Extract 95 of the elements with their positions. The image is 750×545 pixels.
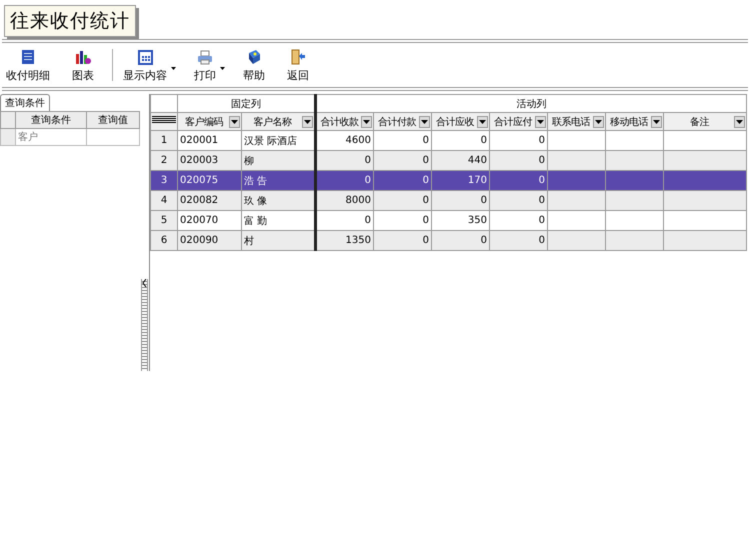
table-cell: 350 — [432, 210, 490, 230]
column-group-header: 固定列 — [178, 94, 316, 112]
table-cell: 020090 — [178, 230, 242, 250]
column-header: 查询值 — [86, 112, 140, 128]
table-cell: 0 — [432, 230, 490, 250]
table-cell: 浩 告 — [242, 170, 316, 190]
table-cell — [606, 150, 664, 170]
query-tab[interactable]: 查询条件 — [0, 94, 50, 111]
calendar-icon — [138, 50, 152, 65]
table-cell: 0 — [432, 130, 490, 150]
column-header[interactable]: 移动电话 — [606, 112, 664, 130]
toolbar-button[interactable]: 显示内容 — [119, 50, 171, 87]
dropdown-arrow-icon[interactable] — [231, 120, 238, 124]
table-cell — [548, 150, 606, 170]
table-cell — [548, 130, 606, 150]
dropdown-arrow-icon[interactable] — [479, 120, 486, 124]
bar-chart-icon — [75, 49, 91, 65]
dropdown-arrow-icon[interactable] — [595, 120, 602, 124]
list-icon — [21, 49, 35, 65]
column-header[interactable]: 客户编码 — [178, 112, 242, 130]
toolbar-button[interactable]: 收付明细 — [2, 49, 54, 87]
table-cell — [606, 130, 664, 150]
row-selector-icon — [152, 116, 176, 124]
table-cell: 020075 — [178, 170, 242, 190]
table-cell — [606, 230, 664, 250]
caret-icon[interactable] — [220, 67, 225, 70]
dropdown-arrow-icon[interactable] — [304, 120, 311, 124]
table-cell — [548, 210, 606, 230]
table-cell: 0 — [490, 150, 548, 170]
table-cell — [548, 190, 606, 210]
column-header[interactable]: 合计应收 — [432, 112, 490, 130]
table-cell: 0 — [374, 190, 432, 210]
table-cell: 富 勤 — [242, 210, 316, 230]
table-cell: 1350 — [316, 230, 374, 250]
column-header[interactable]: 合计应付 — [490, 112, 548, 130]
exit-door-icon — [290, 49, 306, 65]
dropdown-arrow-icon[interactable] — [736, 120, 743, 124]
column-header: 查询条件 — [16, 112, 86, 128]
table-cell: 0 — [490, 170, 548, 190]
table-cell: 玖 像 — [242, 190, 316, 210]
table-cell: 0 — [432, 190, 490, 210]
row-number: 1 — [150, 130, 178, 150]
table-cell: 0 — [316, 210, 374, 230]
column-header[interactable]: 客户名称 — [242, 112, 316, 130]
column-group-header: 活动列 — [316, 94, 746, 112]
table-cell: 8000 — [316, 190, 374, 210]
row-number: 3 — [150, 170, 178, 190]
table-cell: 0 — [374, 170, 432, 190]
page-title: 往来收付统计 — [4, 5, 136, 37]
table-cell: 村 — [242, 230, 316, 250]
toolbar-button[interactable]: 图表 — [68, 49, 98, 87]
table-cell: 020070 — [178, 210, 242, 230]
table-cell — [606, 210, 664, 230]
table-cell: 440 — [432, 150, 490, 170]
table-cell: 0 — [316, 150, 374, 170]
table-cell: 柳 — [242, 150, 316, 170]
dropdown-arrow-icon[interactable] — [537, 120, 544, 124]
table-cell: 0 — [374, 230, 432, 250]
dropdown-arrow-icon[interactable] — [653, 120, 660, 124]
toolbar-button[interactable]: 打印 — [190, 50, 220, 87]
table-cell — [606, 190, 664, 210]
column-header[interactable]: 联系电话 — [548, 112, 606, 130]
table-cell: 170 — [432, 170, 490, 190]
row-number: 5 — [150, 210, 178, 230]
printer-icon — [197, 50, 213, 65]
table-cell — [548, 170, 606, 190]
table-cell — [606, 170, 664, 190]
table-cell: 020082 — [178, 190, 242, 210]
table-cell: 4600 — [316, 130, 374, 150]
value-field[interactable] — [86, 128, 140, 146]
table-cell: 0 — [490, 210, 548, 230]
splitter-handle[interactable] — [141, 279, 148, 371]
dropdown-arrow-icon[interactable] — [421, 120, 428, 124]
toolbar-button[interactable]: 帮助 — [239, 49, 269, 87]
row-number: 4 — [150, 190, 178, 210]
row-number: 2 — [150, 150, 178, 170]
table-cell: 020001 — [178, 130, 242, 150]
table-cell: 客户 — [16, 128, 86, 146]
column-header[interactable]: 合计收款 — [316, 112, 374, 130]
dropdown-arrow-icon[interactable] — [363, 120, 370, 124]
table-cell: 0 — [490, 190, 548, 210]
table-cell: 020003 — [178, 150, 242, 170]
table-cell: 0 — [316, 170, 374, 190]
caret-icon[interactable] — [171, 67, 176, 70]
row-number: 6 — [150, 230, 178, 250]
table-cell: 0 — [490, 230, 548, 250]
table-cell: 0 — [374, 150, 432, 170]
column-header[interactable]: 合计付款 — [374, 112, 432, 130]
table-cell: 汉景 际酒店 — [242, 130, 316, 150]
table-cell — [548, 230, 606, 250]
toolbar-button[interactable]: 返回 — [283, 49, 313, 87]
column-header[interactable]: 备注 — [664, 112, 746, 130]
table-cell: 0 — [374, 130, 432, 150]
table-cell: 0 — [374, 210, 432, 230]
table-cell: 0 — [490, 130, 548, 150]
